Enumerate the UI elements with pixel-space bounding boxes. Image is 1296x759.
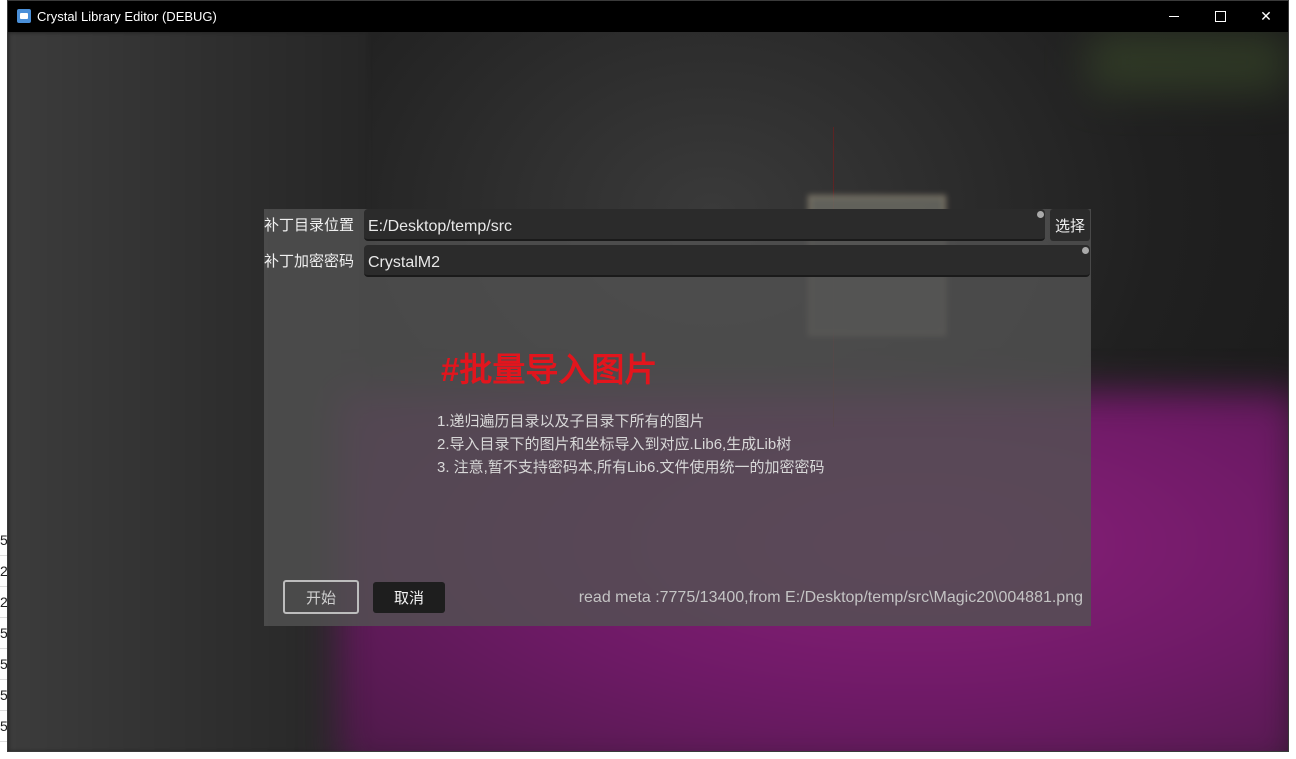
desktop-bottom-strip [0, 752, 1296, 759]
editor-viewport: 补丁目录位置 E:/Desktop/temp/src 选择 补丁加密密码 Cry… [8, 32, 1288, 751]
close-button[interactable]: ✕ [1243, 1, 1288, 32]
window-title: Crystal Library Editor (DEBUG) [37, 9, 217, 24]
maximize-button[interactable] [1197, 1, 1243, 32]
patch-dir-value: E:/Desktop/temp/src [368, 218, 513, 235]
password-value: CrystalM2 [368, 254, 441, 271]
minimize-button[interactable] [1151, 1, 1197, 32]
instruction-line: 3. 注意,暂不支持密码本,所有Lib6.文件使用统一的加密密码 [437, 459, 825, 476]
patch-dir-input[interactable]: E:/Desktop/temp/src [364, 209, 1045, 241]
patch-dir-label: 补丁目录位置 [264, 217, 355, 234]
instructions-list: 1.递归遍历目录以及子目录下所有的图片 2.导入目录下的图片和坐标导入到对应.L… [437, 410, 825, 479]
minimize-icon [1169, 16, 1179, 17]
cancel-button[interactable]: 取消 [373, 582, 445, 613]
status-text: read meta :7775/13400,from E:/Desktop/te… [578, 589, 1083, 606]
select-dir-button[interactable]: 选择 [1050, 209, 1090, 241]
instruction-line: 2.导入目录下的图片和坐标导入到对应.Lib6,生成Lib树 [437, 436, 792, 453]
input-scroll-knob [1082, 247, 1089, 254]
batch-import-dialog: 补丁目录位置 E:/Desktop/temp/src 选择 补丁加密密码 Cry… [264, 209, 1091, 626]
app-icon [17, 9, 31, 23]
password-input[interactable]: CrystalM2 [364, 245, 1090, 277]
app-window: Crystal Library Editor (DEBUG) ✕ 补丁目录位置 … [7, 0, 1289, 752]
background-blur-topright [1088, 32, 1288, 92]
dialog-heading: #批量导入图片 [441, 351, 658, 388]
instruction-line: 1.递归遍历目录以及子目录下所有的图片 [437, 413, 705, 430]
maximize-icon [1214, 11, 1226, 22]
title-bar[interactable]: Crystal Library Editor (DEBUG) ✕ [8, 1, 1288, 32]
desktop-right-strip [1289, 0, 1296, 759]
close-icon: ✕ [1260, 8, 1272, 24]
input-scroll-knob [1037, 211, 1044, 218]
password-label: 补丁加密密码 [264, 253, 355, 270]
start-button[interactable]: 开始 [283, 580, 359, 614]
